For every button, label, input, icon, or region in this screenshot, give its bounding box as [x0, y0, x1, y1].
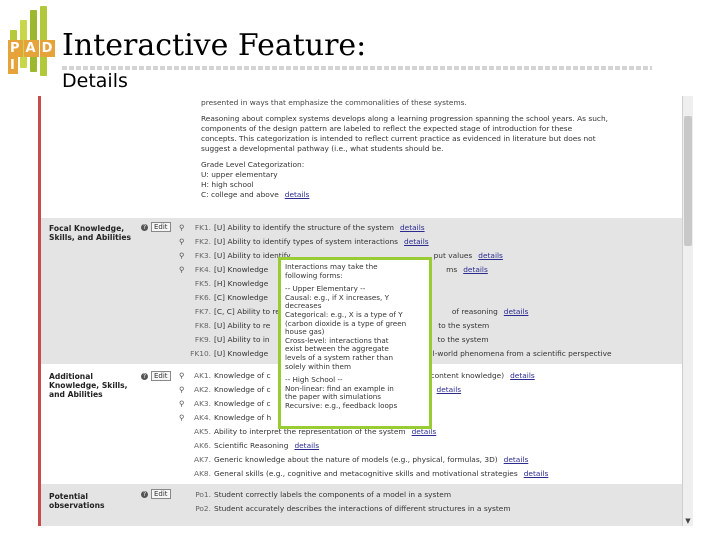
- padi-logo: P A DI: [6, 6, 58, 78]
- list-item: AK8. General skills (e.g., cognitive and …: [194, 469, 549, 478]
- potential-edit-button[interactable]: Edit: [151, 489, 171, 499]
- help-icon[interactable]: ?: [141, 491, 148, 498]
- potential-observations-label: Potential observations: [49, 492, 105, 510]
- potential-observations-section: Potential observations ? Edit Po1. Student…: [41, 484, 683, 526]
- details-link[interactable]: details: [437, 385, 462, 394]
- details-link[interactable]: details: [404, 237, 429, 246]
- details-link[interactable]: details: [504, 307, 529, 316]
- help-icon[interactable]: ?: [141, 224, 148, 231]
- scrollbar-thumb[interactable]: [684, 116, 692, 246]
- list-item: Po2. Student accurately describes the int…: [195, 504, 511, 513]
- description-section: presented in ways that emphasize the com…: [201, 98, 608, 199]
- list-item: AK6. Scientific Reasoning details: [194, 441, 320, 450]
- slide-subtitle: Details: [62, 70, 128, 92]
- list-item: Po1. Student correctly labels the compone…: [195, 490, 452, 499]
- details-link[interactable]: details: [294, 441, 319, 450]
- details-link[interactable]: details: [524, 469, 549, 478]
- focal-edit-button[interactable]: Edit: [151, 222, 171, 232]
- details-link[interactable]: details: [400, 223, 425, 232]
- list-item: ⚲ AK4. Knowledge of h: [179, 413, 272, 422]
- scroll-down-arrow-icon[interactable]: ▼: [683, 516, 693, 526]
- title-divider: [62, 66, 652, 70]
- vertical-scrollbar[interactable]: ▼: [682, 96, 693, 526]
- list-item: ⚲ FK2. [U] Ability to identify types of sy…: [179, 237, 429, 246]
- help-icon[interactable]: ?: [141, 373, 148, 380]
- description-details-link[interactable]: details: [285, 190, 310, 199]
- interaction-details-popup: Interactions may take the following form…: [278, 257, 432, 429]
- details-link[interactable]: details: [463, 265, 488, 274]
- details-link[interactable]: details: [510, 371, 535, 380]
- focal-ksa-label: Focal Knowledge, Skills, and Abilities: [49, 224, 132, 242]
- details-link[interactable]: details: [504, 455, 529, 464]
- list-item: FK5. [H] Knowledge: [194, 279, 269, 288]
- list-item: FK6. [C] Knowledge: [194, 293, 268, 302]
- list-item: ⚲ FK1. [U] Ability to identify the structu…: [179, 223, 425, 232]
- list-item: AK7. Generic knowledge about the nature o…: [194, 455, 529, 464]
- list-item: ⚲ AK3. Knowledge of c: [179, 399, 271, 408]
- details-link[interactable]: details: [478, 251, 503, 260]
- additional-ksa-label: Additional Knowledge, Skills, and Abilit…: [49, 372, 128, 399]
- additional-edit-button[interactable]: Edit: [151, 371, 171, 381]
- slide-title: Interactive Feature:: [62, 28, 367, 63]
